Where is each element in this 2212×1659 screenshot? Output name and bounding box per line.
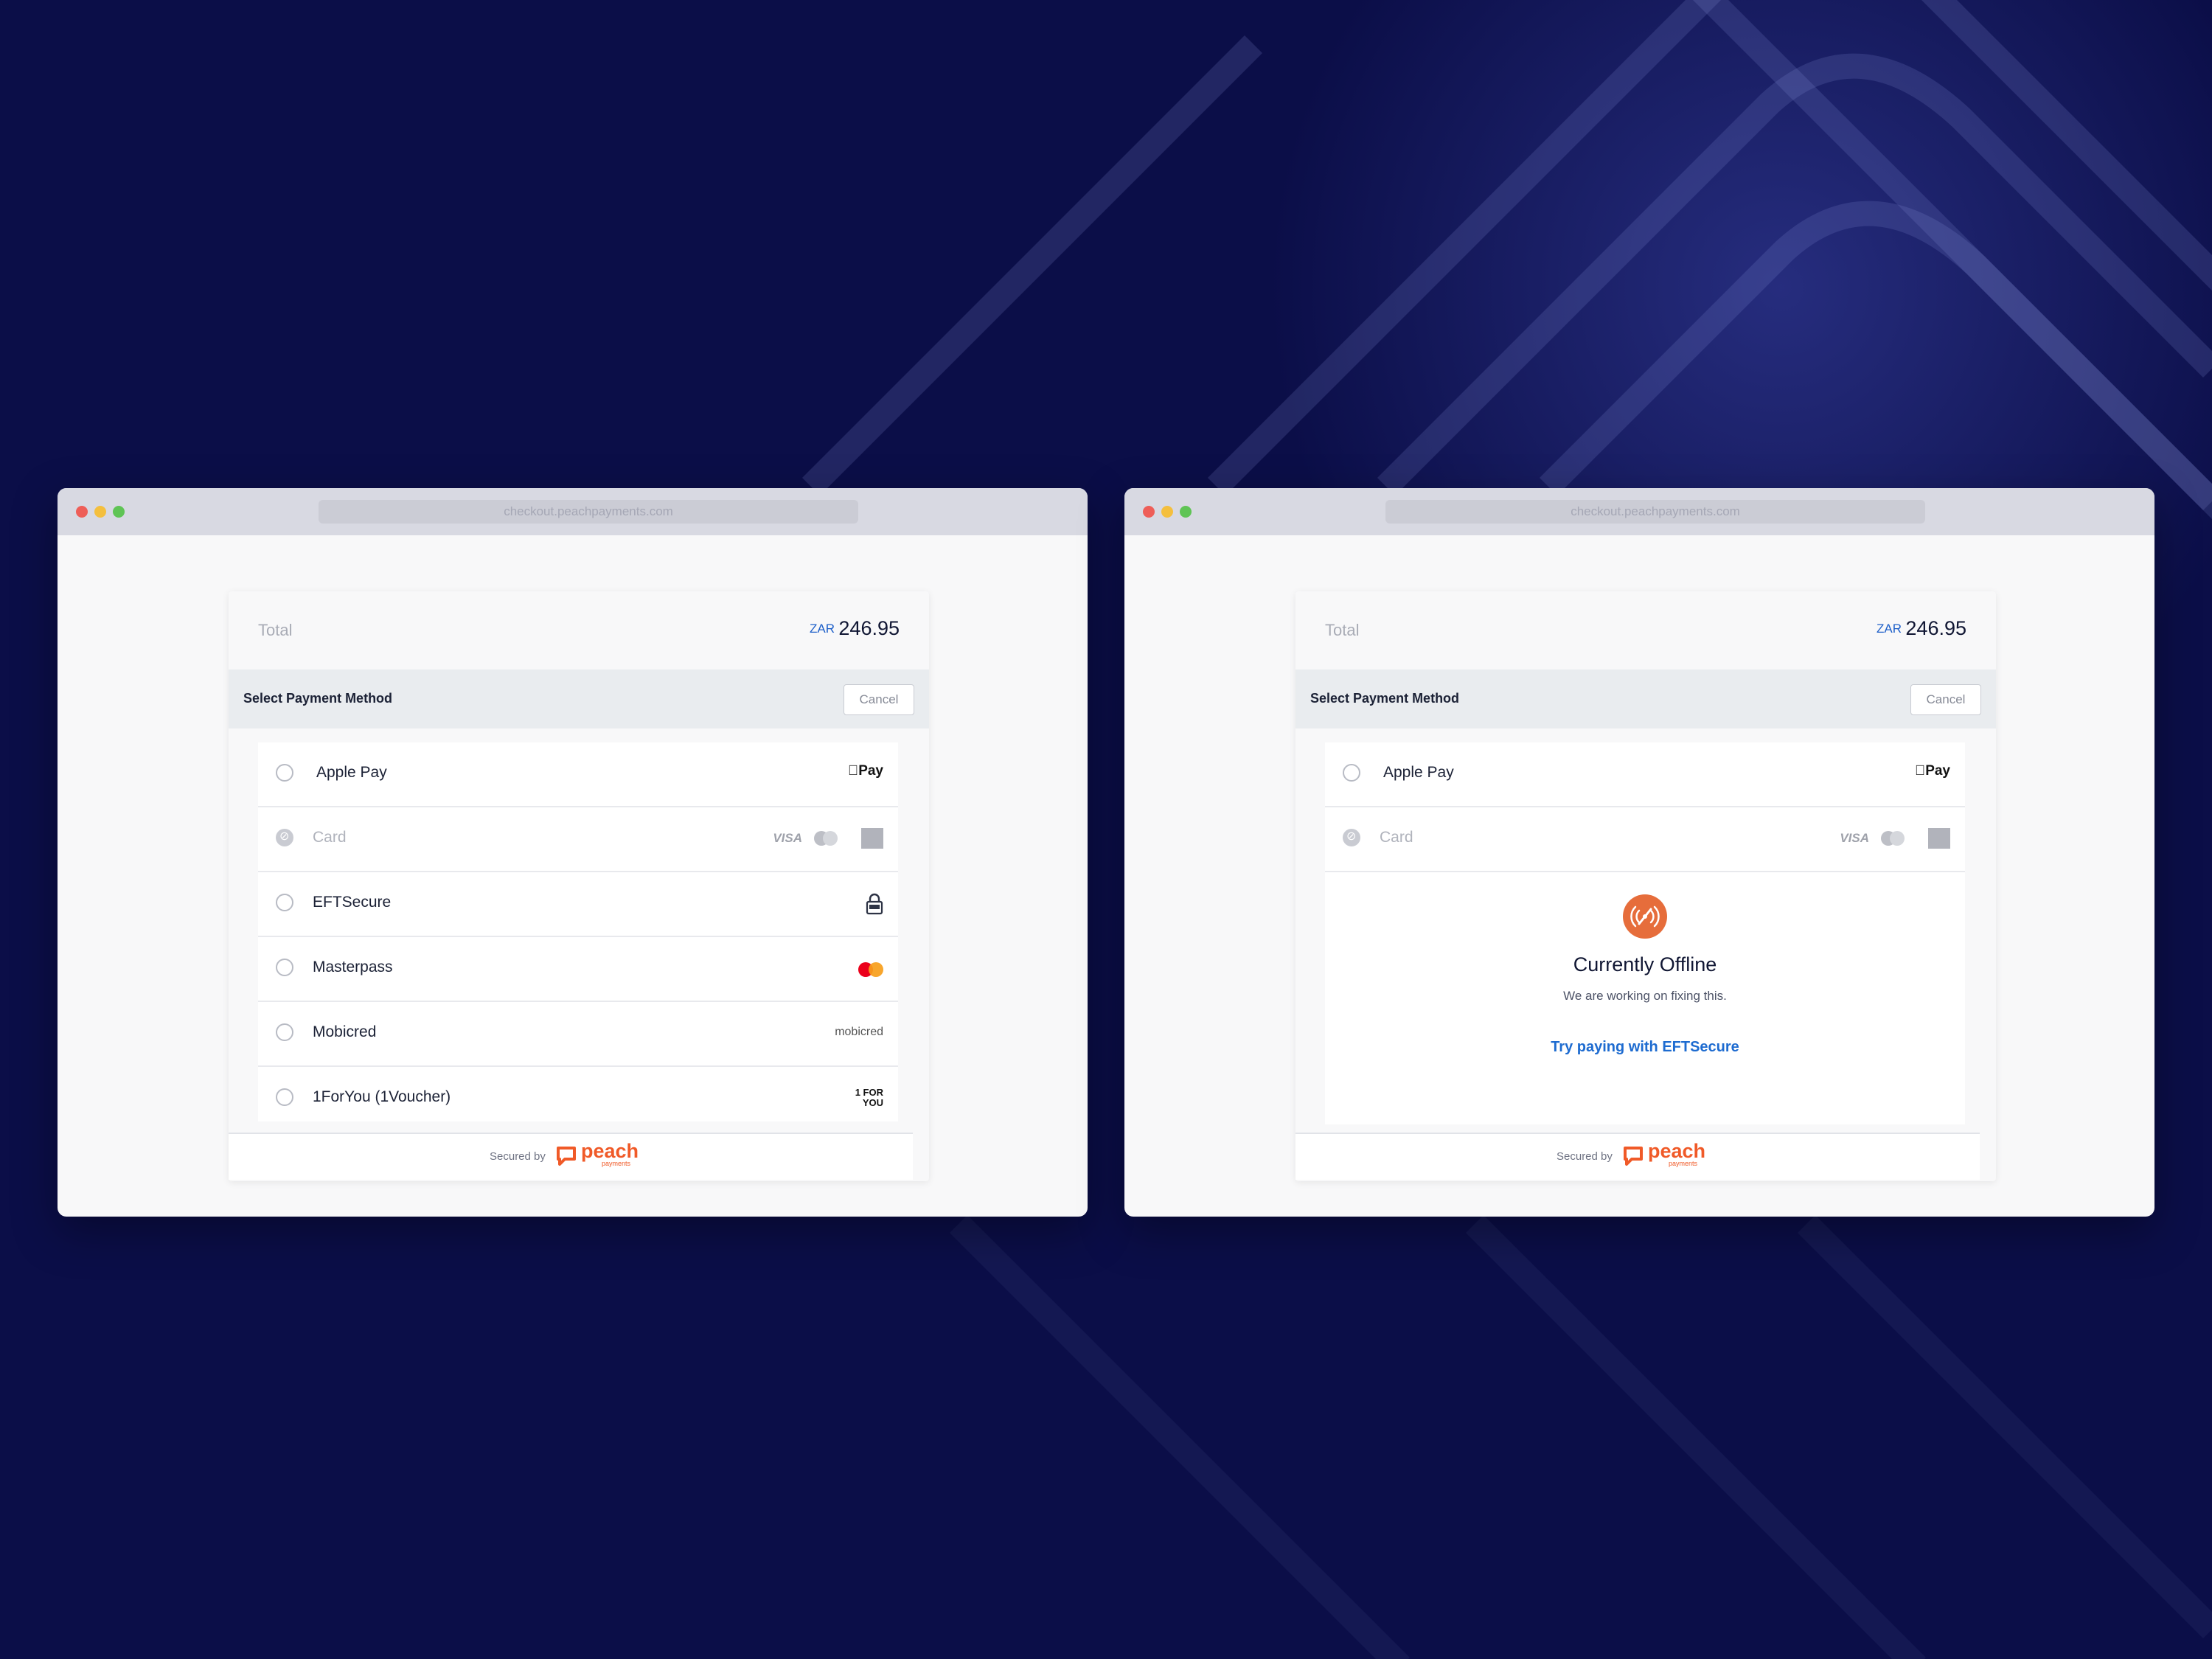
maximize-window-button[interactable] [1180, 506, 1192, 518]
minimize-window-button[interactable] [1161, 506, 1173, 518]
1foryou-logo: 1 FOR YOU [855, 1087, 883, 1108]
browser-window-right: checkout.peachpayments.com Total ZAR 246… [1124, 488, 2154, 1217]
peach-payments-logo: peach payments [1623, 1140, 1705, 1168]
minimize-window-button[interactable] [94, 506, 106, 518]
mastercard-logo [858, 958, 883, 980]
close-window-button[interactable] [76, 506, 88, 518]
radio-button[interactable] [1343, 764, 1360, 782]
payment-method-list: Apple Pay Pay Card VISA [1325, 742, 1965, 1124]
checkout-footer: Secured by peach payments [229, 1133, 913, 1180]
peach-submark: payments [602, 1160, 631, 1167]
secured-by-label: Secured by [1557, 1150, 1613, 1163]
total-label: Total [258, 621, 293, 639]
payment-option-apple-pay[interactable]: Apple Pay Pay [258, 742, 898, 807]
total-amount: 246.95 [1905, 617, 1966, 639]
offline-panel: Currently Offline We are working on fixi… [1325, 872, 1965, 1124]
radio-button[interactable] [276, 894, 293, 911]
try-eftsecure-link[interactable]: Try paying with EFTSecure [1325, 1039, 1965, 1056]
visa-logo: VISA [773, 831, 802, 845]
card-brands-logos: VISA [773, 828, 883, 850]
cancel-button[interactable]: Cancel [1910, 684, 1981, 715]
payment-option-label: Masterpass [313, 959, 393, 975]
mastercard-gray-icon [1881, 831, 1905, 846]
payment-option-1foryou[interactable]: 1ForYou (1Voucher) 1 FOR YOU [258, 1067, 898, 1130]
offline-title: Currently Offline [1573, 953, 1717, 975]
cancel-button[interactable]: Cancel [844, 684, 914, 715]
no-signal-icon [1623, 894, 1667, 939]
browser-titlebar: checkout.peachpayments.com [1124, 488, 2154, 535]
peach-payments-logo: peach payments [556, 1140, 639, 1168]
disabled-radio-icon [276, 829, 293, 846]
secured-by-label: Secured by [490, 1150, 546, 1163]
total-row: Total ZAR 246.95 [1295, 591, 1996, 669]
payment-option-label: Card [1380, 829, 1413, 846]
payment-method-header: Select Payment Method Cancel [1295, 669, 1996, 728]
browser-titlebar: checkout.peachpayments.com [58, 488, 1088, 535]
radio-button[interactable] [276, 1023, 293, 1041]
payment-option-eftsecure[interactable]: EFTSecure [258, 872, 898, 937]
payment-option-label: Mobicred [313, 1023, 377, 1040]
checkout-footer: Secured by peach payments [1295, 1133, 1980, 1180]
payment-method-header: Select Payment Method Cancel [229, 669, 929, 728]
payment-option-masterpass[interactable]: Masterpass [258, 937, 898, 1002]
radio-button[interactable] [276, 1088, 293, 1106]
payment-method-title: Select Payment Method [243, 691, 393, 706]
mobicred-logo: mobicred [835, 1026, 883, 1038]
address-bar[interactable]: checkout.peachpayments.com [1385, 500, 1925, 524]
payment-option-mobicred[interactable]: Mobicred mobicred [258, 1002, 898, 1067]
eft-icon-wrap [866, 893, 883, 915]
payment-option-apple-pay[interactable]: Apple Pay Pay [1325, 742, 1965, 807]
amex-icon [1928, 828, 1950, 849]
eft-lock-icon [866, 893, 883, 915]
payment-option-label: Apple Pay [316, 764, 387, 781]
close-window-button[interactable] [1143, 506, 1155, 518]
card-brands-logos: VISA [1840, 828, 1950, 850]
payment-option-label: Apple Pay [1383, 764, 1454, 781]
total-row: Total ZAR 246.95 [229, 591, 929, 669]
offline-subtitle: We are working on fixing this. [1563, 989, 1727, 1003]
address-bar[interactable]: checkout.peachpayments.com [319, 500, 858, 524]
currency-code: ZAR [1877, 622, 1902, 636]
payment-option-label: Card [313, 829, 347, 846]
radio-button[interactable] [276, 959, 293, 976]
payment-option-card: Card VISA [1325, 807, 1965, 872]
checkout-card: Total ZAR 246.95 Select Payment Method C… [229, 591, 929, 1181]
peach-submark: payments [1669, 1160, 1698, 1167]
browser-window-left: checkout.peachpayments.com Total ZAR 246… [58, 488, 1088, 1217]
mastercard-gray-icon [814, 831, 838, 846]
payment-method-list: Apple Pay Pay Card VISA EFTSecure [258, 742, 898, 1121]
apple-pay-logo: Pay [1915, 763, 1950, 779]
radio-button[interactable] [276, 764, 293, 782]
payment-option-label: EFTSecure [313, 894, 392, 911]
visa-logo: VISA [1840, 831, 1869, 845]
payment-option-card: Card VISA [258, 807, 898, 872]
disabled-radio-icon [1343, 829, 1360, 846]
amex-icon [861, 828, 883, 849]
maximize-window-button[interactable] [113, 506, 125, 518]
total-amount: 246.95 [838, 617, 900, 639]
peach-icon [557, 1147, 576, 1166]
checkout-card: Total ZAR 246.95 Select Payment Method C… [1295, 591, 1996, 1181]
payment-option-label: 1ForYou (1Voucher) [313, 1088, 451, 1105]
total-label: Total [1325, 621, 1360, 639]
apple-pay-logo: Pay [848, 763, 883, 779]
peach-icon [1624, 1147, 1643, 1166]
payment-method-title: Select Payment Method [1310, 691, 1460, 706]
currency-code: ZAR [810, 622, 835, 636]
